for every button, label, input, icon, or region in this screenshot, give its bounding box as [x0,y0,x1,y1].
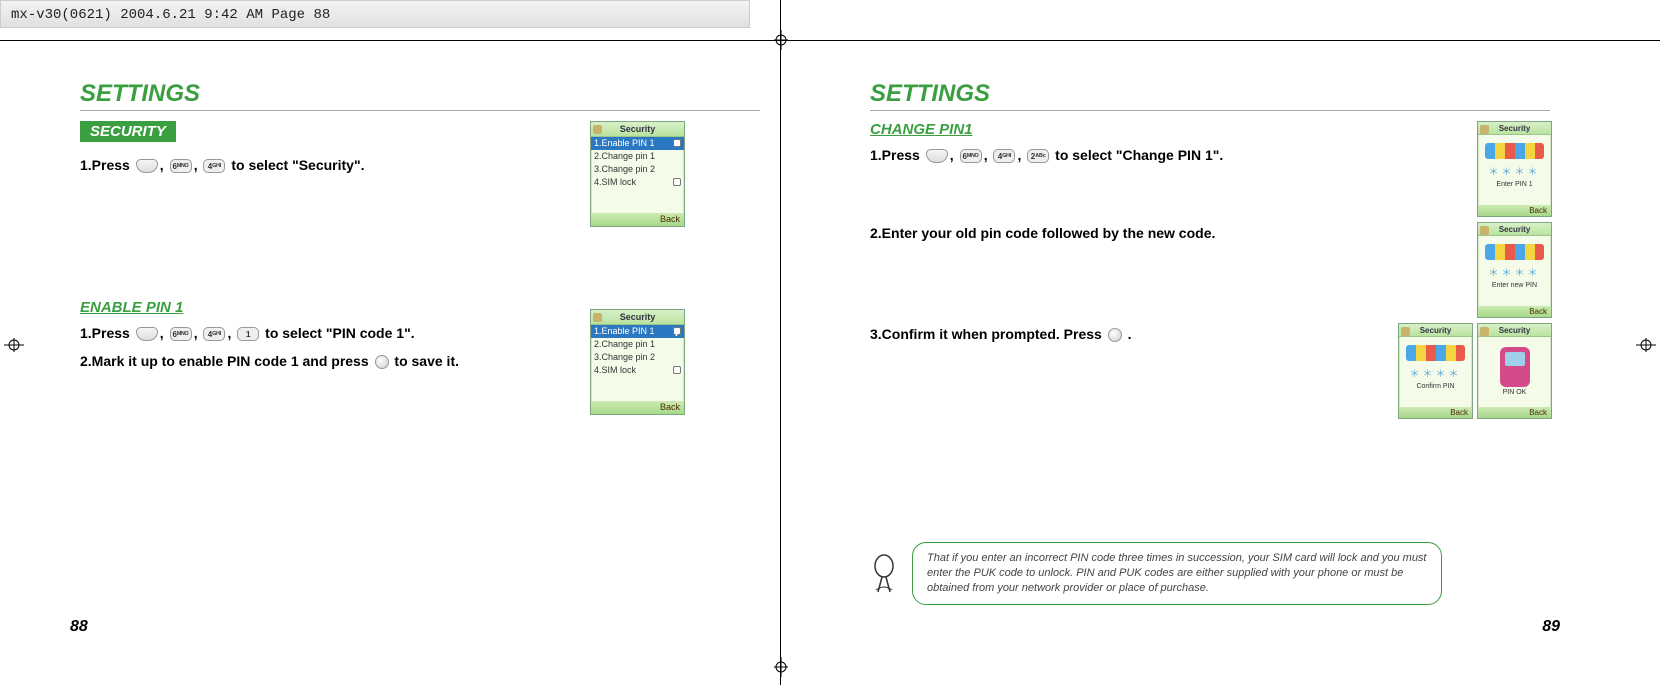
phone-screenshot-enter-new-pin: Security ＊＊＊＊ Enter new PIN Back [1477,222,1552,318]
mock-list-item: 3.Change pin 2 [591,351,684,364]
note-text: That if you enter an incorrect PIN code … [912,542,1442,605]
mock-softkey-back: Back [1478,306,1551,317]
registration-mark-icon [774,657,788,677]
mock-softkey-back: Back [591,213,684,226]
phone-screenshot-enter-pin1: Security ＊＊＊＊ Enter PIN 1 Back [1477,121,1552,217]
phone-screenshot-pin-ok: Security PIN OK Back [1477,323,1552,419]
mock-softkey-back: Back [1478,205,1551,216]
mock-title: Security [591,122,684,137]
phone-icon [1500,347,1530,387]
mock-pin-mask: ＊＊＊＊ [1399,365,1472,381]
mock-softkey-back: Back [1478,407,1551,418]
mock-softkey-back: Back [1399,407,1472,418]
mock-graphic-icon [1406,345,1464,361]
mock-title: Security [1478,324,1551,337]
page-right: SETTINGS CHANGE PIN1 1.Press , 6ᴹᴺᴼ, 4ᴳᴴ… [860,70,1560,630]
key-6: 6ᴹᴺᴼ [170,327,192,341]
key-1: 1 [237,327,259,341]
crop-mark-header: mx-v30(0621) 2004.6.21 9:42 AM Page 88 [0,0,750,28]
step-suffix: to save it. [394,353,459,369]
crop-rule-vertical [780,0,781,685]
softkey-icon [136,327,158,341]
section-heading-security: SECURITY [80,121,176,142]
softkey-icon [136,159,158,173]
page-title: SETTINGS [80,80,760,111]
mock-list-item: 2.Change pin 1 [591,338,684,351]
mock-title: Security [1478,223,1551,236]
page-title: SETTINGS [870,80,1550,111]
page-left: SETTINGS SECURITY 1.Press , 6ᴹᴺᴼ, 4ᴳᴴᴵ t… [70,70,770,630]
registration-mark-icon [4,338,24,352]
subheading-change-pin1: CHANGE PIN1 [870,121,1390,138]
step-text: 1.Press , 6ᴹᴺᴼ, 4ᴳᴴᴵ, 2ᴬᴮᶜ to select "Ch… [870,144,1390,166]
crop-rule-horizontal [0,40,1660,41]
phone-screenshot-confirm-pin: Security ＊＊＊＊ Confirm PIN Back [1398,323,1473,419]
mock-pin-mask: ＊＊＊＊ [1478,163,1551,179]
softkey-icon [926,149,948,163]
mock-list-item: 1.Enable PIN 1 [591,137,684,150]
mock-label: Confirm PIN [1399,383,1472,390]
mock-graphic-icon [1485,244,1543,260]
mock-title: Security [1478,122,1551,135]
step-prefix: 1.Press [80,157,134,173]
mock-pin-mask: ＊＊＊＊ [1478,264,1551,280]
step-suffix: to select "PIN code 1". [265,325,414,341]
mock-list-item: 2.Change pin 1 [591,150,684,163]
step-suffix: to select "Change PIN 1". [1055,147,1223,163]
mock-list-item: 3.Change pin 2 [591,163,684,176]
magnifier-note-icon [870,554,898,594]
key-4: 4ᴳᴴᴵ [203,159,225,173]
phone-screenshot-security-list: Security 1.Enable PIN 1 2.Change pin 1 3… [590,121,685,227]
registration-mark-icon [1636,338,1656,352]
step-prefix: 1.Press [870,147,924,163]
note-callout: That if you enter an incorrect PIN code … [870,542,1442,605]
mock-label: Enter new PIN [1478,282,1551,289]
mock-title: Security [591,310,684,325]
ok-key-icon [1108,328,1122,342]
step-prefix: 3.Confirm it when prompted. Press [870,326,1106,342]
subheading-enable-pin1: ENABLE PIN 1 [80,299,600,316]
page-number: 88 [70,618,88,636]
step-text: 2.Mark it up to enable PIN code 1 and pr… [80,350,600,372]
step-suffix: . [1128,326,1132,342]
mock-list-item: 4.SIM lock [591,176,684,189]
ok-key-icon [375,355,389,369]
page-number: 89 [1542,618,1560,636]
key-4: 4ᴳᴴᴵ [993,149,1015,163]
key-6: 6ᴹᴺᴼ [960,149,982,163]
step-text: 3.Confirm it when prompted. Press . [870,323,1390,345]
mock-title: Security [1399,324,1472,337]
phone-screenshot-security-list-checked: Security 1.Enable PIN 1✓ 2.Change pin 1 … [590,309,685,415]
step-text: 1.Press , 6ᴹᴺᴼ, 4ᴳᴴᴵ, 1 to select "PIN c… [80,322,600,344]
mock-list-item: 4.SIM lock [591,364,684,377]
step-prefix: 2.Mark it up to enable PIN code 1 and pr… [80,353,373,369]
step-text: 1.Press , 6ᴹᴺᴼ, 4ᴳᴴᴵ to select "Security… [80,154,600,176]
step-prefix: 1.Press [80,325,134,341]
mock-label: Enter PIN 1 [1478,181,1551,188]
key-4: 4ᴳᴴᴵ [203,327,225,341]
key-6: 6ᴹᴺᴼ [170,159,192,173]
mock-graphic-icon [1485,143,1543,159]
step-text: 2.Enter your old pin code followed by th… [870,222,1390,244]
mock-label: PIN OK [1478,389,1551,396]
step-suffix: to select "Security". [231,157,364,173]
mock-list-item: 1.Enable PIN 1✓ [591,325,684,338]
key-2: 2ᴬᴮᶜ [1027,149,1049,163]
mock-softkey-back: Back [591,401,684,414]
